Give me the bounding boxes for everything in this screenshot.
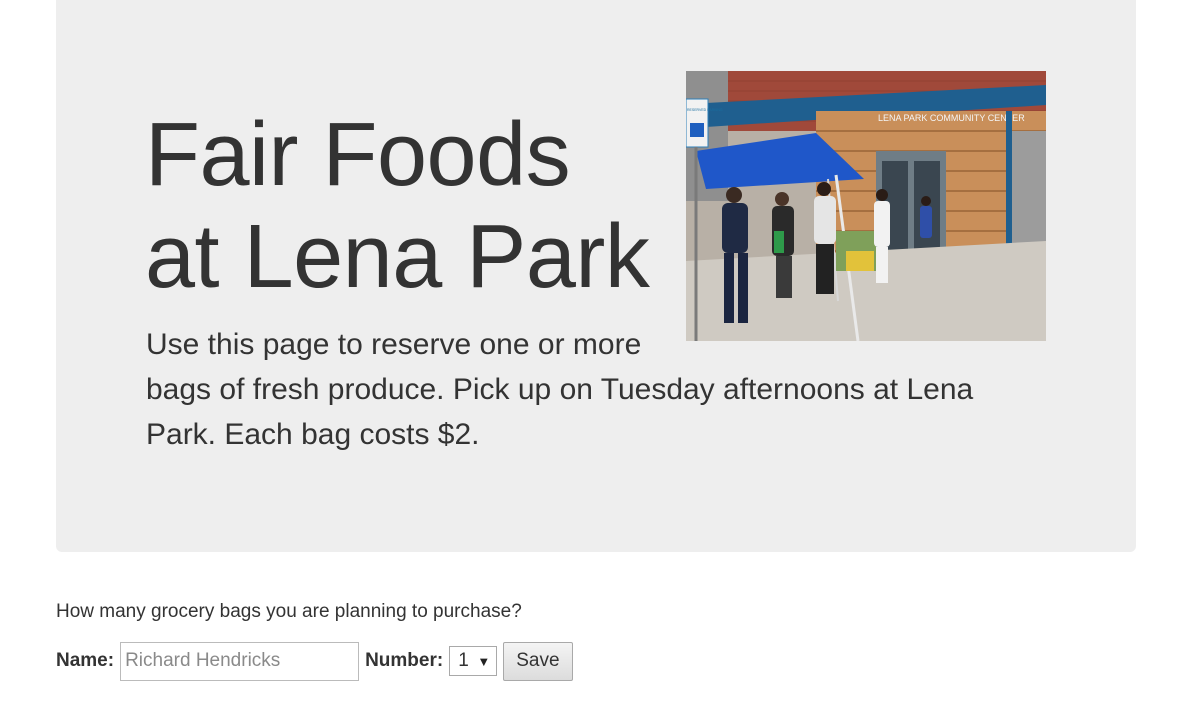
lead-line-2: bags of fresh produce. Pick up on Tuesda…	[146, 373, 974, 406]
parking-sign-text: RESERVED PARKING	[687, 108, 723, 112]
reservation-form: Name: Number: 1 ▼ Save	[56, 641, 573, 681]
form-question: How many grocery bags you are planning t…	[56, 601, 522, 622]
number-select[interactable]: 1 ▼	[449, 646, 498, 676]
chevron-down-icon: ▼	[477, 653, 491, 669]
number-label: Number:	[365, 650, 444, 671]
lead-line-1: Use this page to reserve one or more	[146, 328, 642, 361]
hero-description: Use this page to reserve one or more bag…	[146, 322, 1076, 457]
title-line-1: Fair Foods	[145, 105, 571, 205]
number-select-value: 1	[458, 650, 469, 671]
community-center-photo: LENA PARK COMMUNITY CENTER RESERVED PARK…	[686, 71, 1046, 341]
hero-panel: Fair Foods at Lena Park LENA PARK COMMUN…	[56, 0, 1136, 552]
lead-line-3: Park. Each bag costs $2.	[146, 418, 480, 451]
save-button[interactable]: Save	[503, 641, 573, 681]
title-line-2: at Lena Park	[145, 207, 650, 307]
photo-sign: LENA PARK COMMUNITY CENTER	[878, 113, 1025, 123]
page-title: Fair Foods at Lena Park	[145, 104, 650, 308]
name-label: Name:	[56, 650, 115, 671]
name-input[interactable]	[120, 641, 360, 681]
